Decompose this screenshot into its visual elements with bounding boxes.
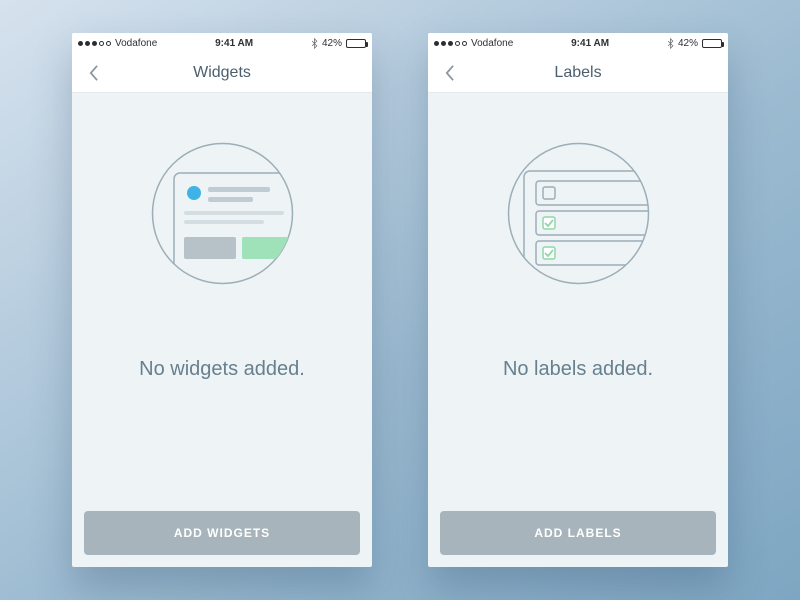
carrier-label: Vodafone xyxy=(471,38,513,49)
nav-title: Labels xyxy=(428,64,728,82)
signal-strength-icon xyxy=(78,41,111,46)
battery-icon xyxy=(702,39,722,48)
empty-state-message: No widgets added. xyxy=(139,358,305,381)
nav-title: Widgets xyxy=(72,64,372,82)
nav-bar: Labels xyxy=(428,53,728,93)
status-time: 9:41 AM xyxy=(513,38,667,49)
empty-state-message: No labels added. xyxy=(503,358,653,381)
phone-screen-labels: Vodafone 9:41 AM 42% Labels xyxy=(428,33,728,567)
add-widgets-button[interactable]: ADD WIDGETS xyxy=(84,511,360,555)
signal-strength-icon xyxy=(434,41,467,46)
phone-screen-widgets: Vodafone 9:41 AM 42% Widgets xyxy=(72,33,372,567)
empty-state: No labels added. xyxy=(428,93,728,499)
status-time: 9:41 AM xyxy=(157,38,311,49)
status-bar: Vodafone 9:41 AM 42% xyxy=(428,33,728,53)
labels-illustration-icon xyxy=(506,141,651,286)
add-labels-button[interactable]: ADD LABELS xyxy=(440,511,716,555)
nav-bar: Widgets xyxy=(72,53,372,93)
carrier-label: Vodafone xyxy=(115,38,157,49)
battery-percent: 42% xyxy=(678,38,698,49)
empty-state: No widgets added. xyxy=(72,93,372,499)
battery-icon xyxy=(346,39,366,48)
battery-percent: 42% xyxy=(322,38,342,49)
widgets-illustration-icon xyxy=(150,141,295,286)
bluetooth-icon xyxy=(311,38,318,49)
status-bar: Vodafone 9:41 AM 42% xyxy=(72,33,372,53)
bluetooth-icon xyxy=(667,38,674,49)
